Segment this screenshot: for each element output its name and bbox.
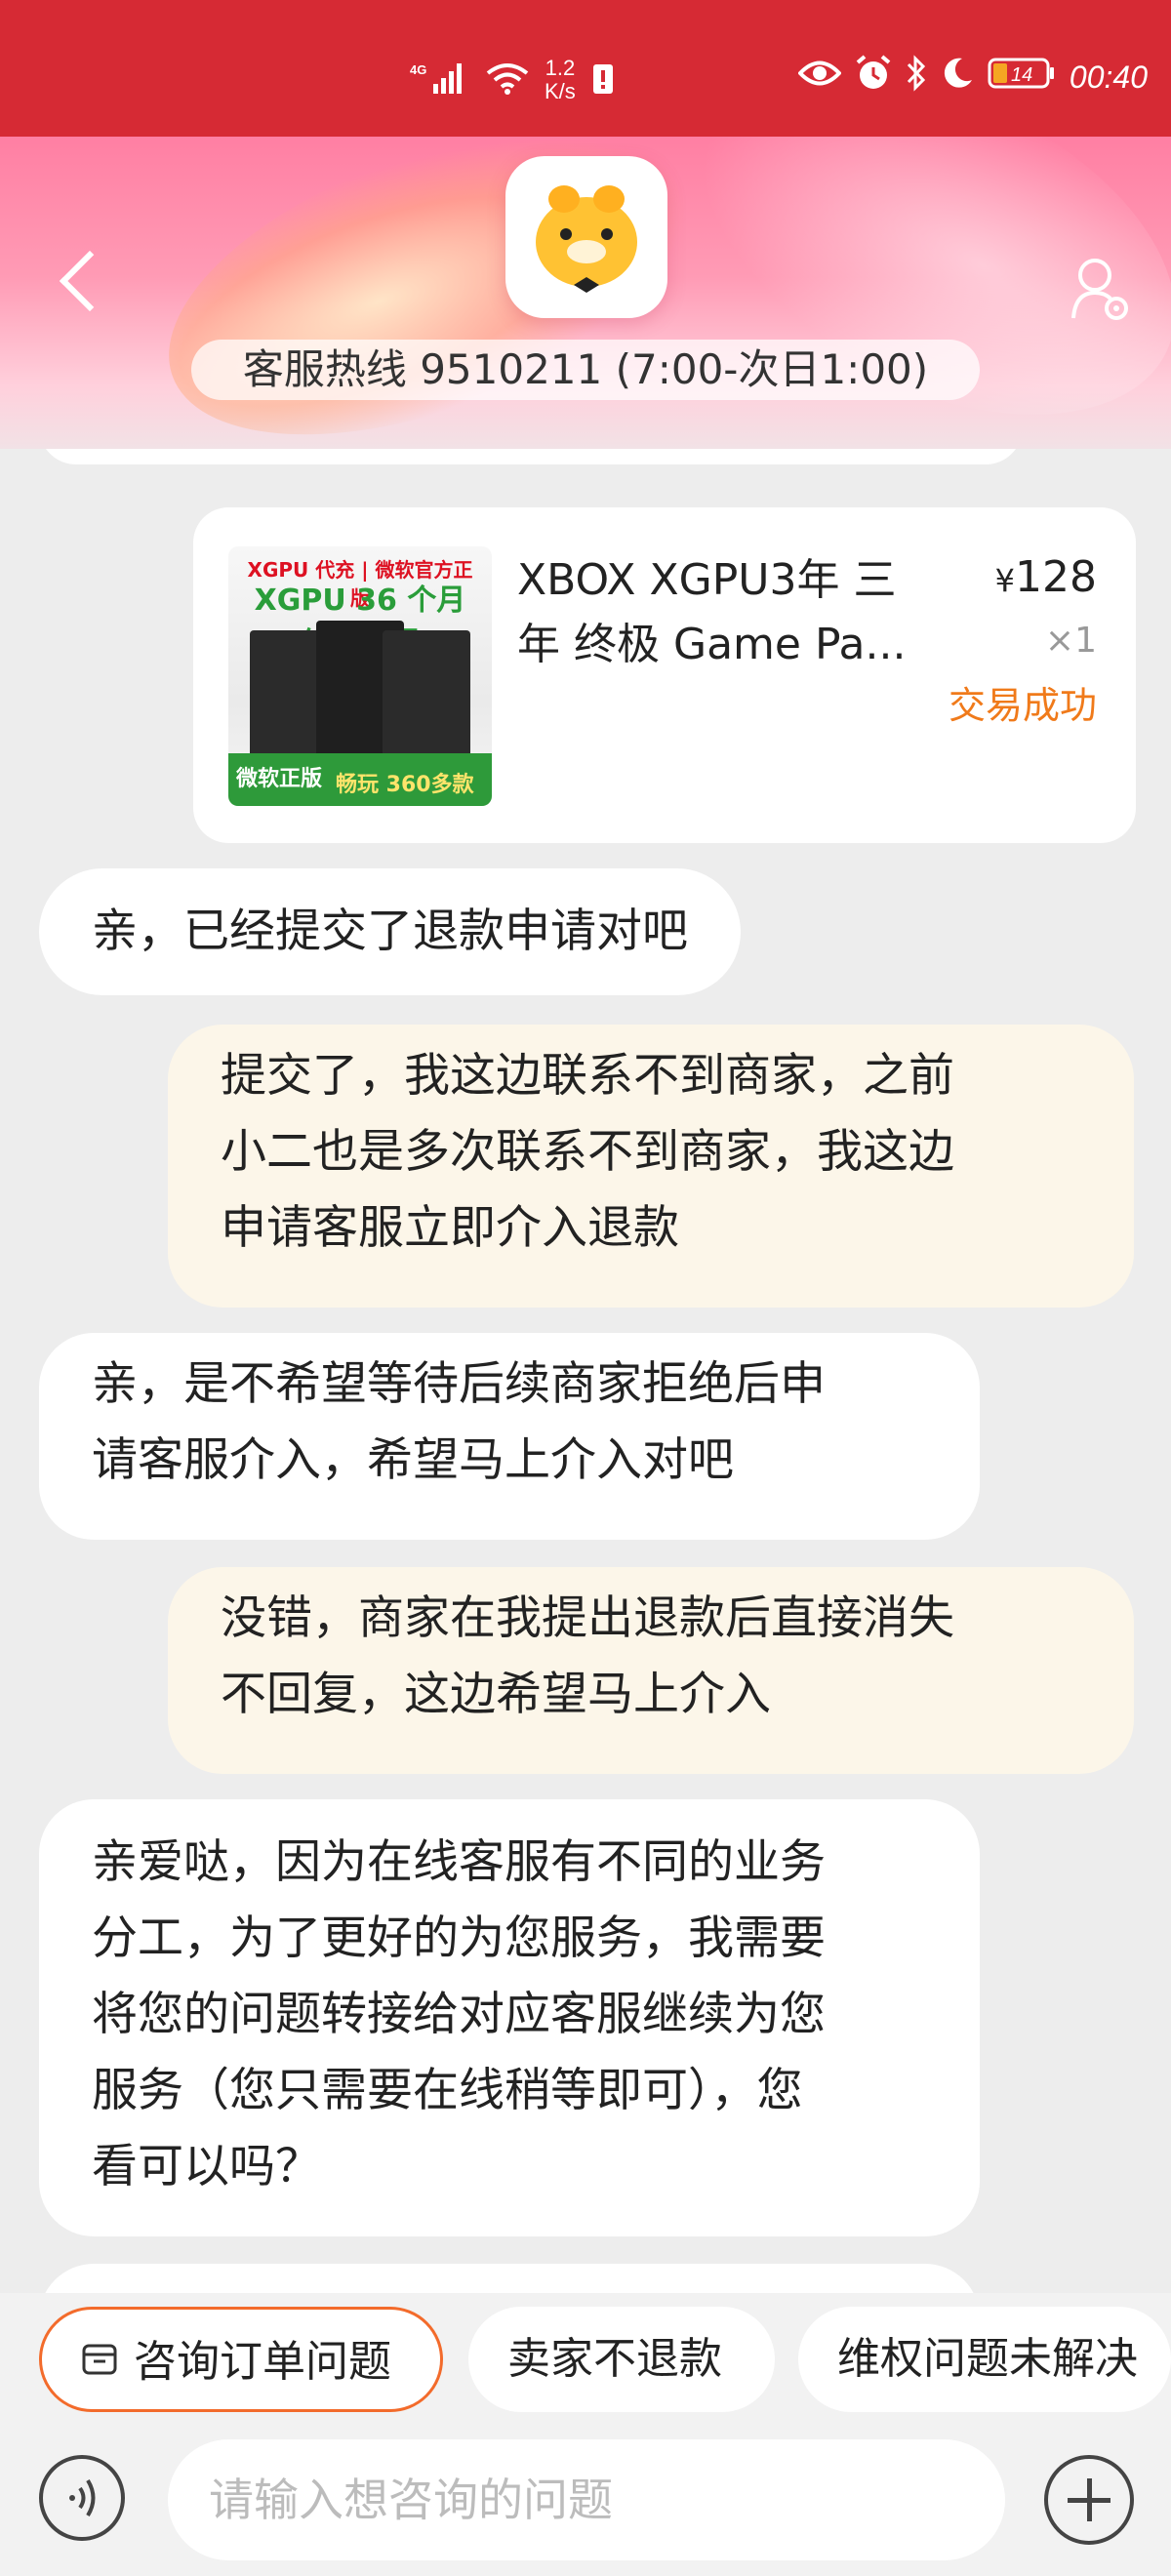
product-quantity: ×1 bbox=[1044, 621, 1097, 661]
status-bar: 4G 1.2 K/s 14 00:40 bbox=[0, 0, 1171, 137]
storage-alert-icon bbox=[591, 60, 615, 100]
message-line: 请客服介入，希望马上介入对吧 bbox=[92, 1433, 734, 1487]
quick-reply-order-question[interactable]: 咨询订单问题 bbox=[39, 2307, 443, 2412]
mascot-icon bbox=[536, 185, 637, 293]
quick-reply-dispute-unresolved[interactable]: 维权问题未解决 bbox=[798, 2307, 1171, 2412]
chip-label: 卖家不退款 bbox=[507, 2334, 722, 2384]
message-line: 不回复，这边希望马上介入 bbox=[221, 1668, 771, 1721]
agent-message: 亲，已经提交了退款申请对吧 bbox=[39, 868, 741, 995]
chat-header: 客服热线 9510211 (7:00-次日1:00) bbox=[0, 137, 1171, 449]
product-title: XBOX XGPU3年 三年 终极 Game Pa... bbox=[517, 555, 907, 669]
agent-message-partial bbox=[39, 2264, 980, 2293]
order-box-icon bbox=[81, 2312, 118, 2417]
eye-icon bbox=[797, 59, 842, 96]
input-bar: 请输入想咨询的问题 bbox=[0, 2420, 1171, 2576]
network-type: 4G bbox=[410, 62, 426, 77]
order-status: 交易成功 bbox=[948, 684, 1097, 727]
message-line: 将您的问题转接给对应客服继续为您 bbox=[92, 1988, 826, 2041]
agent-message: 亲，是不希望等待后续商家拒绝后申 请客服介入，希望马上介入对吧 bbox=[39, 1333, 980, 1540]
customer-service-settings-icon[interactable] bbox=[1070, 256, 1132, 328]
message-line: 申请客服立即介入退款 bbox=[221, 1201, 679, 1255]
thumb-banner: 微软正版 畅玩 360多款 bbox=[228, 753, 492, 806]
alarm-icon bbox=[855, 55, 892, 100]
price-value: 128 bbox=[1015, 552, 1097, 602]
status-left-group: 4G 1.2 K/s bbox=[410, 57, 615, 103]
message-line: 服务（您只需要在线稍等即可），您 bbox=[92, 2064, 803, 2117]
chip-label: 维权问题未解决 bbox=[837, 2334, 1138, 2384]
back-arrow-icon[interactable] bbox=[59, 250, 121, 312]
voice-input-icon[interactable] bbox=[39, 2455, 125, 2541]
previous-message-bubble bbox=[39, 449, 1023, 464]
battery-level: 14 bbox=[1011, 64, 1032, 86]
thumb-label: 微软正版 bbox=[236, 767, 323, 791]
speed-unit: K/s bbox=[545, 79, 576, 103]
chip-label: 咨询订单问题 bbox=[134, 2337, 391, 2387]
product-box-image bbox=[383, 630, 470, 767]
speed-value: 1.2 bbox=[545, 56, 576, 80]
product-thumbnail: XGPU 代充 | 微软官方正版 XGPU 36 个月 终极通票 微软正版 畅玩… bbox=[228, 546, 492, 806]
currency-symbol: ¥ bbox=[994, 562, 1016, 599]
question-input[interactable]: 请输入想咨询的问题 bbox=[168, 2439, 1005, 2560]
chat-messages[interactable]: XGPU 代充 | 微软官方正版 XGPU 36 个月 终极通票 微软正版 畅玩… bbox=[0, 449, 1171, 2293]
product-price: ¥128 bbox=[995, 552, 1097, 602]
add-attachment-icon[interactable] bbox=[1044, 2455, 1134, 2545]
clock-time: 00:40 bbox=[1069, 59, 1148, 95]
bluetooth-icon bbox=[906, 55, 927, 100]
user-message: 没错，商家在我提出退款后直接消失 不回复，这边希望马上介入 bbox=[168, 1567, 1134, 1774]
message-line: 亲，是不希望等待后续商家拒绝后申 bbox=[92, 1357, 826, 1411]
mascot-avatar bbox=[505, 156, 667, 318]
order-product-card[interactable]: XGPU 代充 | 微软官方正版 XGPU 36 个月 终极通票 微软正版 畅玩… bbox=[193, 507, 1136, 843]
hotline-banner[interactable]: 客服热线 9510211 (7:00-次日1:00) bbox=[191, 340, 980, 400]
quick-reply-bar[interactable]: 咨询订单问题 卖家不退款 维权问题未解决 bbox=[0, 2293, 1171, 2420]
status-right-group: 14 00:40 bbox=[797, 55, 1148, 100]
thumb-headline: XGPU 36 个月 终极通票 bbox=[254, 584, 466, 661]
signal-icon: 4G bbox=[410, 60, 470, 100]
wifi-icon bbox=[486, 61, 529, 99]
battery-icon: 14 bbox=[988, 57, 1056, 98]
network-speed: 1.2 K/s bbox=[545, 57, 576, 103]
moon-icon bbox=[941, 57, 974, 98]
message-line: 亲，已经提交了退款申请对吧 bbox=[92, 905, 688, 958]
message-line: 亲爱哒，因为在线客服有不同的业务 bbox=[92, 1835, 826, 1889]
message-line: 看可以吗？ bbox=[92, 2140, 321, 2194]
thumb-label: 畅玩 360多款 bbox=[336, 773, 474, 797]
message-line: 分工，为了更好的为您服务，我需要 bbox=[92, 1912, 826, 1965]
agent-message: 亲爱哒，因为在线客服有不同的业务 分工，为了更好的为您服务，我需要 将您的问题转… bbox=[39, 1799, 980, 2236]
message-line: 没错，商家在我提出退款后直接消失 bbox=[221, 1591, 954, 1645]
message-line: 提交了，我这边联系不到商家，之前 bbox=[221, 1049, 954, 1103]
user-message: 提交了，我这边联系不到商家，之前 小二也是多次联系不到商家，我这边 申请客服立即… bbox=[168, 1025, 1134, 1308]
message-line: 小二也是多次联系不到商家，我这边 bbox=[221, 1125, 954, 1179]
quick-reply-seller-no-refund[interactable]: 卖家不退款 bbox=[468, 2307, 775, 2412]
